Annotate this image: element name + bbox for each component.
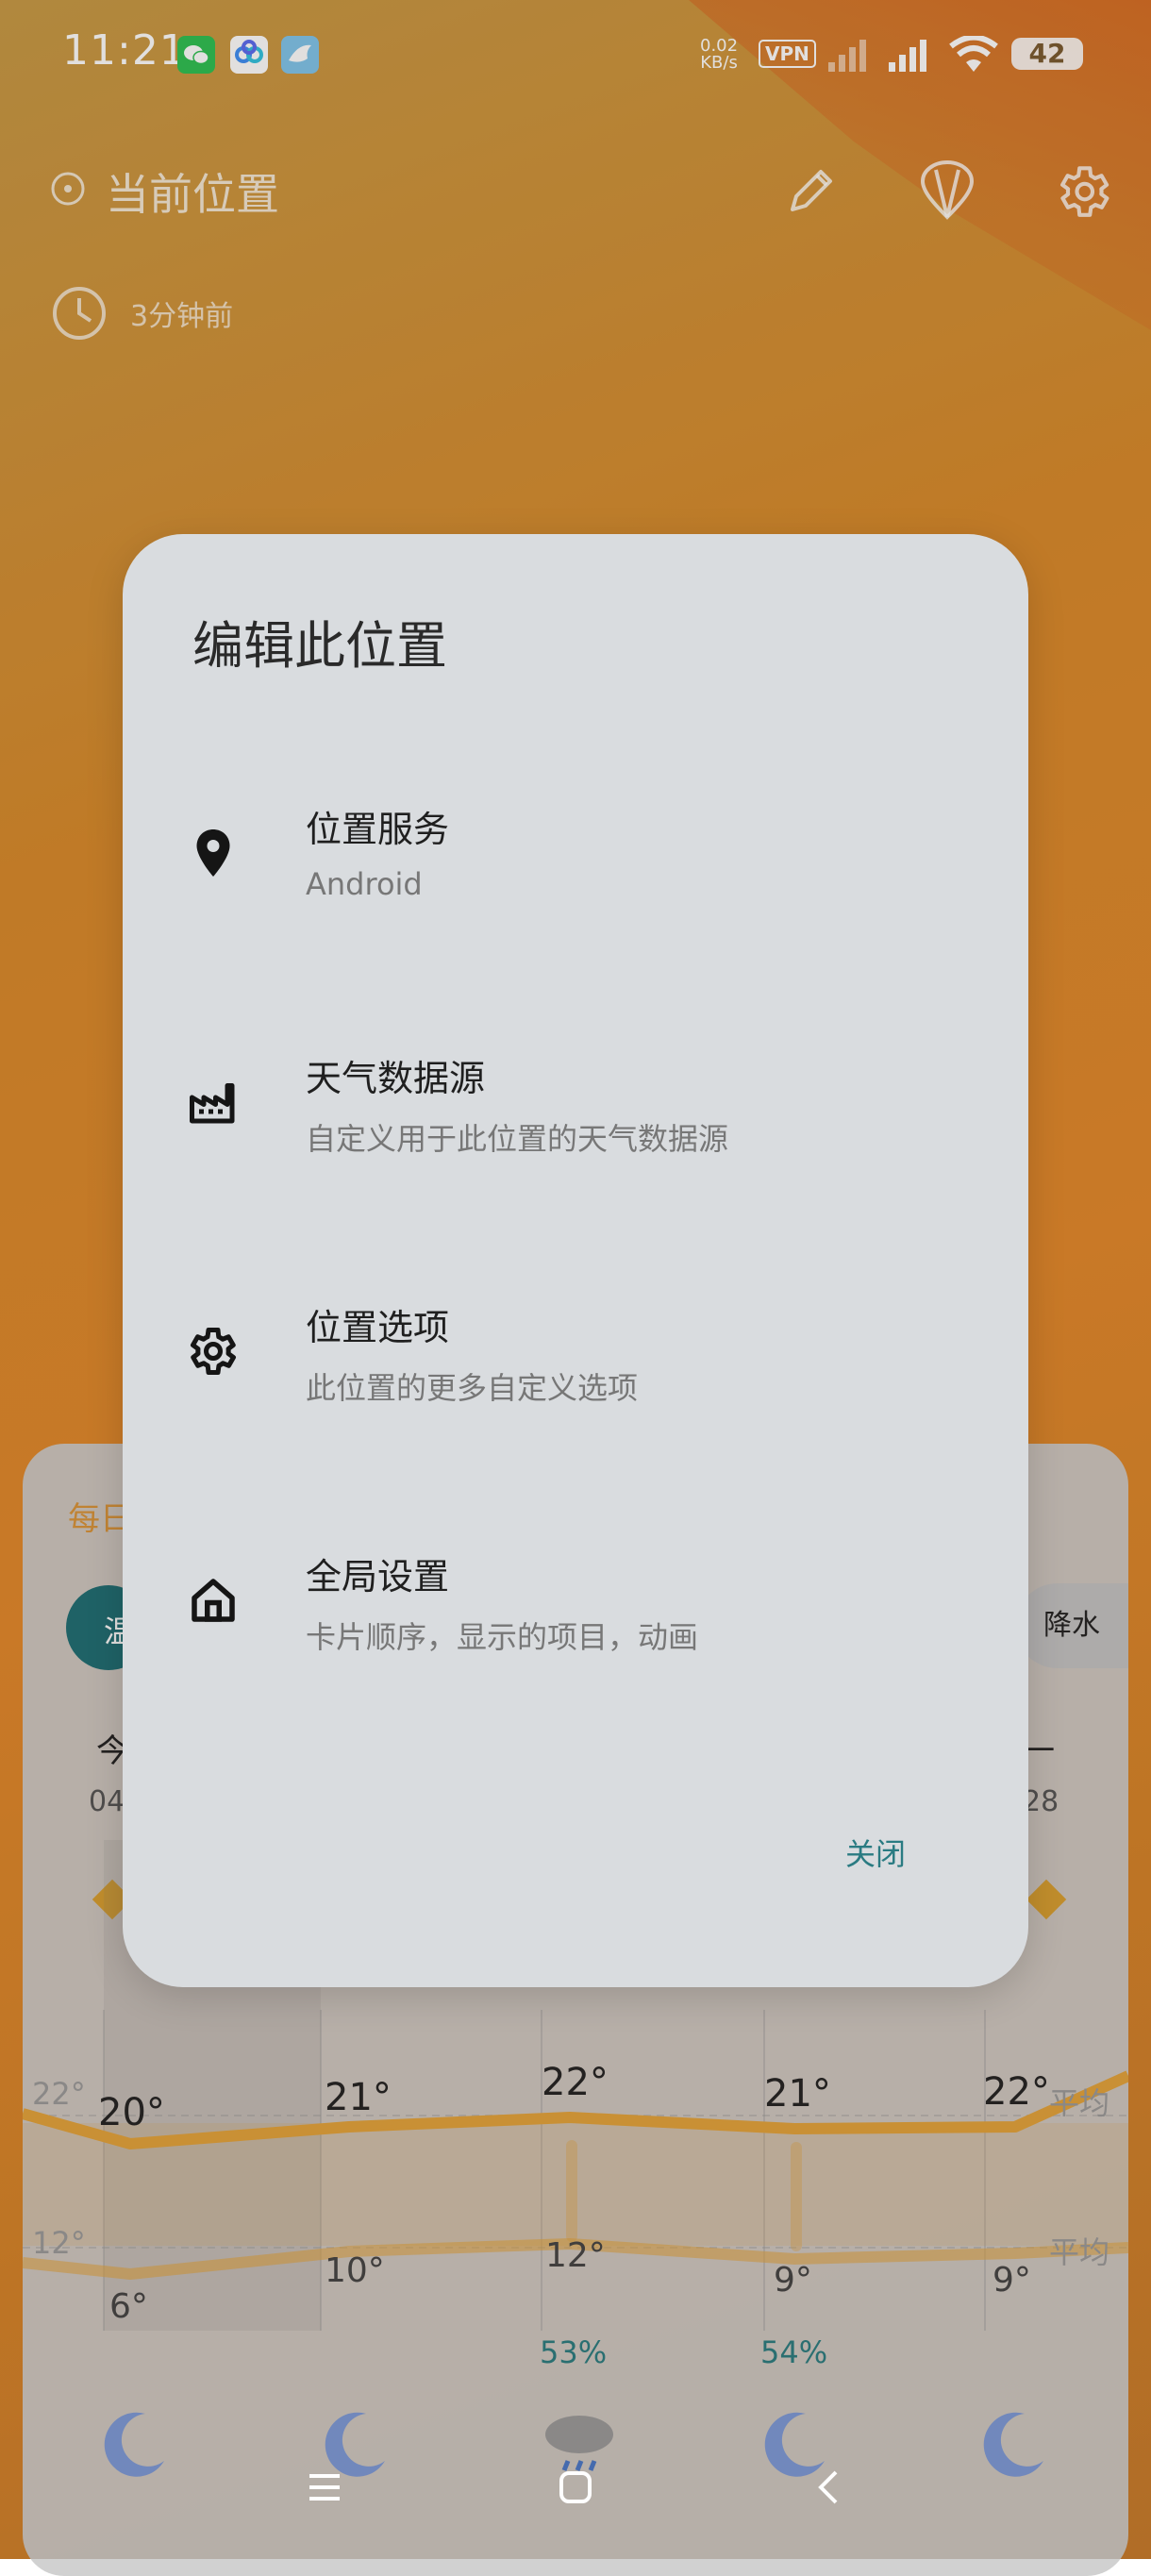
home-icon	[192, 1579, 235, 1622]
dialog-title: 编辑此位置	[192, 616, 447, 676]
menu-item-location-options[interactable]: 位置选项 此位置的更多自定义选项	[123, 1274, 1028, 1481]
menu-item-location-service[interactable]: 位置服务 Android	[123, 776, 1028, 983]
item-subtitle: 此位置的更多自定义选项	[306, 1370, 639, 1406]
item-subtitle: Android	[306, 866, 423, 902]
menu-item-weather-source[interactable]: 天气数据源 自定义用于此位置的天气数据源	[123, 1025, 1028, 1232]
menu-item-global-settings[interactable]: 全局设置 卡片顺序，显示的项目，动画	[123, 1523, 1028, 1731]
factory-icon	[190, 1083, 235, 1124]
item-title: 天气数据源	[306, 1058, 486, 1099]
gear-icon	[191, 1328, 236, 1375]
item-subtitle: 自定义用于此位置的天气数据源	[306, 1121, 729, 1157]
item-title: 位置服务	[306, 809, 450, 850]
back-nav-icon[interactable]	[811, 2468, 845, 2506]
location-pin-icon	[196, 829, 230, 877]
close-button[interactable]: 关闭	[845, 1831, 906, 1874]
navigation-bar	[0, 2453, 1151, 2529]
item-title: 全局设置	[306, 1556, 450, 1597]
edit-location-dialog: 编辑此位置 位置服务 Android 天气数据源 自定义用于此位置的天气数据源 …	[123, 534, 1028, 1987]
menu-nav-icon[interactable]	[306, 2470, 343, 2504]
item-title: 位置选项	[306, 1307, 450, 1348]
item-subtitle: 卡片顺序，显示的项目，动画	[306, 1619, 699, 1655]
home-nav-icon[interactable]	[557, 2468, 594, 2506]
